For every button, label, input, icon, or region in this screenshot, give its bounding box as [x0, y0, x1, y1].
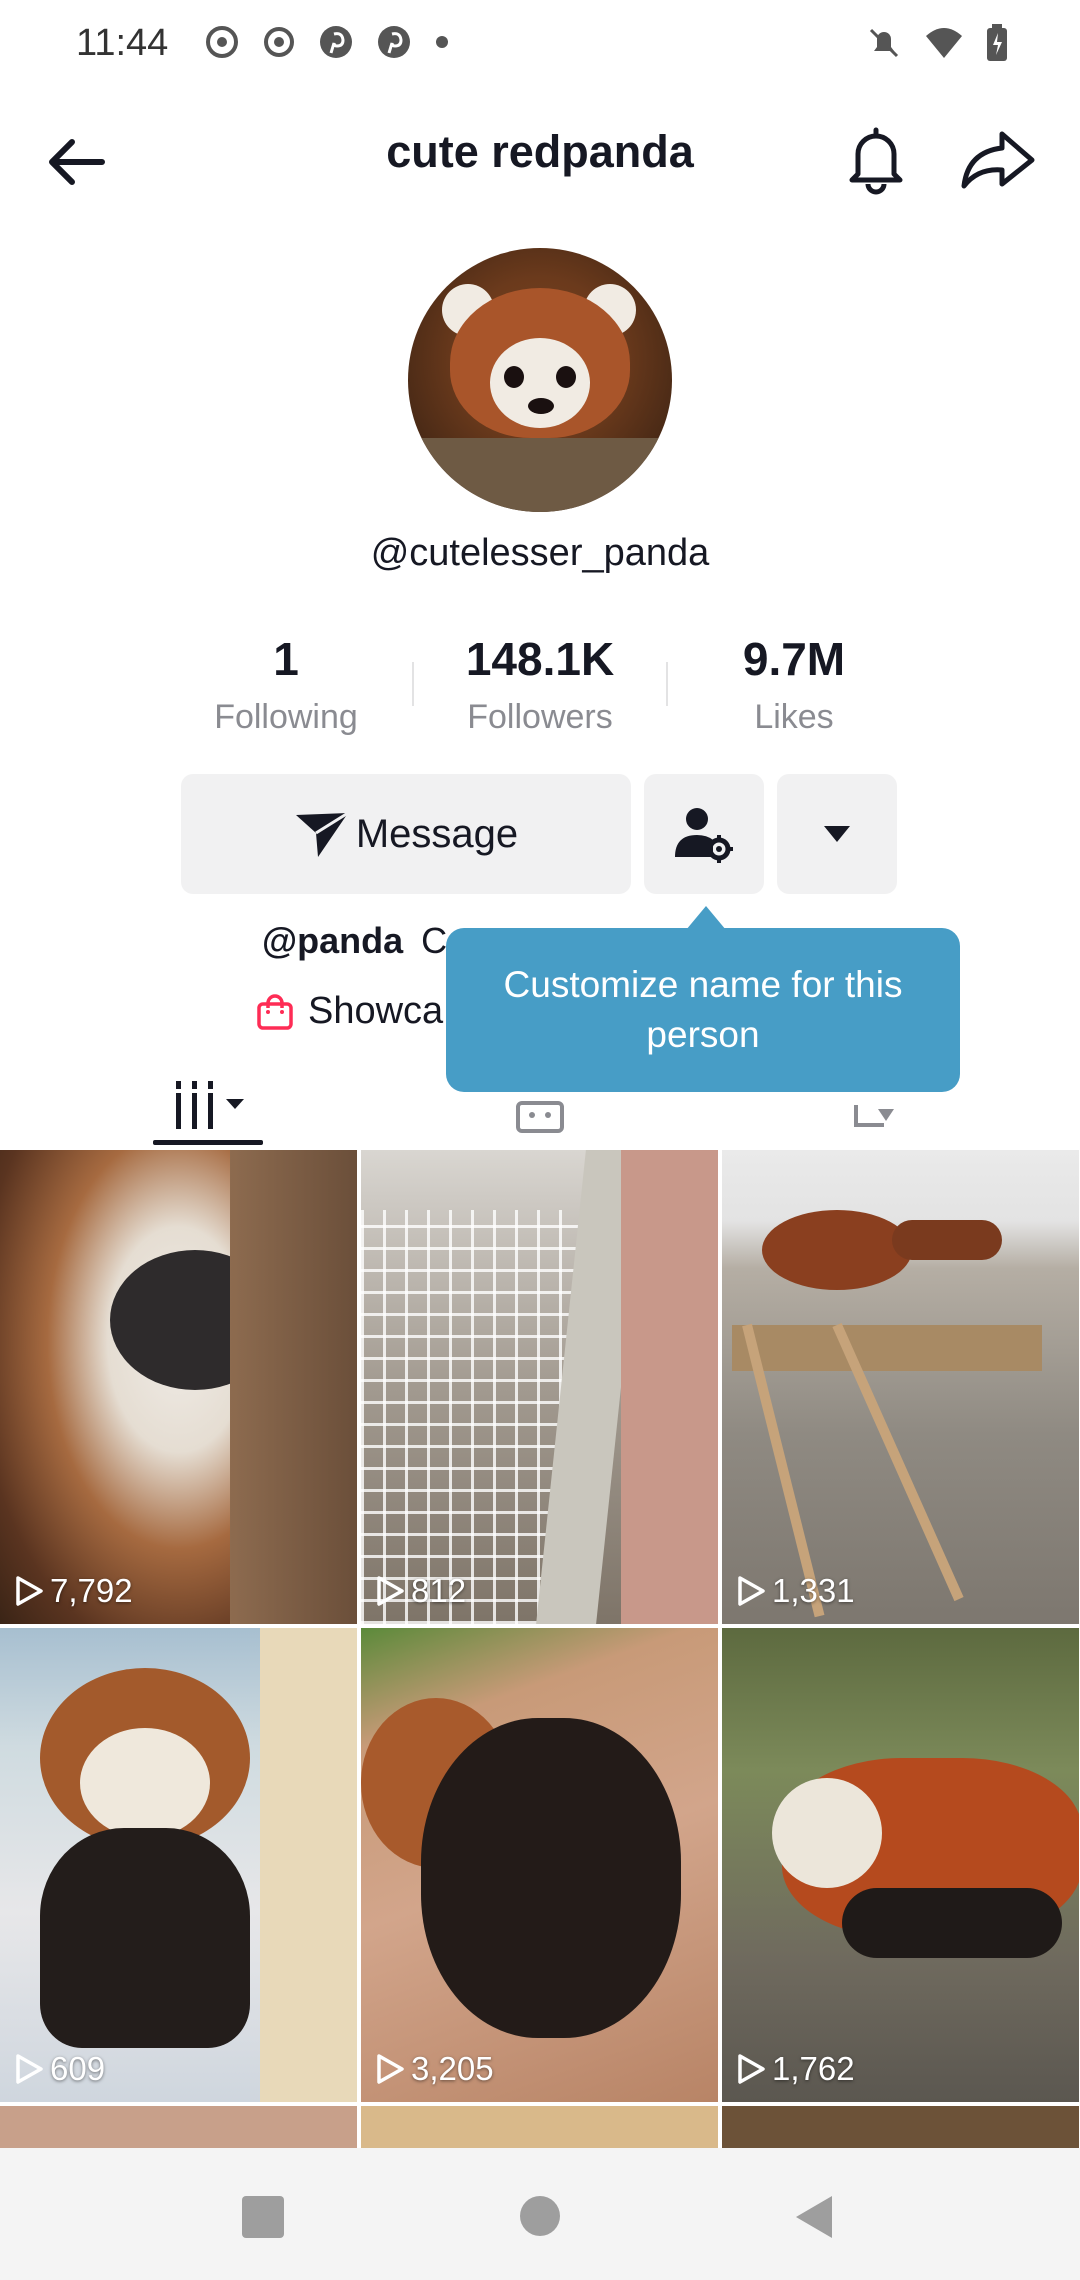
tile-panda — [762, 1210, 912, 1290]
notifications-button[interactable] — [838, 120, 914, 196]
wifi-icon — [926, 28, 962, 58]
person-settings-icon — [675, 808, 733, 863]
caret-down-icon — [824, 826, 850, 842]
stat-divider — [666, 662, 668, 706]
stat-value: 9.7M — [742, 633, 846, 685]
tile-panda-body — [421, 1718, 681, 2038]
battery-icon — [987, 24, 1007, 61]
view-count: 1,762 — [736, 2050, 855, 2088]
tooltip-text: Customize name for this person — [503, 964, 903, 1055]
tab-videos[interactable] — [160, 1060, 260, 1150]
system-icons — [866, 24, 1008, 62]
tooltip-arrow — [686, 906, 726, 930]
view-count: 3,205 — [375, 2050, 494, 2088]
tile-tail — [892, 1220, 1002, 1260]
view-count-value: 3,205 — [411, 2050, 494, 2087]
bio-handle[interactable]: @panda — [262, 920, 403, 961]
play-icon — [377, 2054, 404, 2084]
stat-value: 148.1K — [465, 633, 615, 685]
video-grid-icon — [176, 1081, 244, 1129]
view-count-value: 1,331 — [772, 1572, 855, 1609]
share-button[interactable] — [956, 120, 1040, 196]
video-tile[interactable]: 609 — [0, 1628, 357, 2102]
play-icon — [16, 2054, 43, 2084]
tile-panda-face — [772, 1778, 882, 1888]
stat-divider — [412, 662, 414, 706]
stat-label: Likes — [754, 698, 834, 736]
active-tab-indicator — [153, 1140, 263, 1145]
tile-panda-legs — [842, 1888, 1062, 1958]
dot-icon — [436, 36, 448, 48]
play-icon — [738, 1576, 765, 1606]
bell-icon — [849, 127, 903, 195]
customize-name-button[interactable] — [644, 774, 764, 894]
home-button[interactable] — [520, 2196, 560, 2236]
profile-stats: 1 Following 148.1K Followers 9.7M Likes — [0, 632, 1080, 742]
message-button[interactable]: Message — [181, 774, 631, 894]
video-tile[interactable]: 1,762 — [722, 1628, 1079, 2102]
send-icon — [295, 811, 349, 857]
tile-crib — [260, 1628, 357, 2102]
more-options-button[interactable] — [777, 774, 897, 894]
video-tile[interactable]: 1,331 — [722, 1150, 1079, 1624]
notification-icons — [204, 24, 450, 60]
video-tile[interactable]: 812 — [361, 1150, 718, 1624]
video-tile[interactable]: 3,205 — [361, 1628, 718, 2102]
avatar-log — [408, 438, 672, 512]
view-count-value: 7,792 — [50, 1572, 133, 1609]
play-icon — [377, 1576, 404, 1606]
view-count: 7,792 — [14, 1572, 133, 1610]
tile-wall — [621, 1150, 718, 1624]
profile-header: cute redpanda — [0, 112, 1080, 202]
pinterest-icon-2 — [378, 26, 410, 58]
record-icon — [264, 27, 294, 57]
view-count-value: 812 — [411, 1572, 467, 1609]
stat-followers[interactable]: 148.1K Followers — [420, 632, 660, 737]
message-label: Message — [355, 811, 519, 856]
pinterest-icon — [320, 26, 352, 58]
sync-icon — [206, 26, 238, 58]
avatar-eye-left — [504, 366, 524, 388]
play-icon — [16, 1576, 43, 1606]
stat-label: Followers — [467, 698, 613, 736]
avatar[interactable] — [408, 248, 672, 512]
tile-wood — [230, 1150, 357, 1624]
view-count: 1,331 — [736, 1572, 855, 1610]
recents-button[interactable] — [242, 2196, 284, 2238]
share-arrow-icon — [961, 131, 1035, 189]
page-title: cute redpanda — [386, 126, 694, 177]
view-count-value: 1,762 — [772, 2050, 855, 2087]
status-bar: 11:44 — [0, 0, 1080, 86]
tile-plank — [732, 1325, 1042, 1371]
system-navigation-bar — [0, 2148, 1080, 2280]
play-icon — [738, 2054, 765, 2084]
video-grid: 7,792 812 1,331 609 3,205 1,762 — [0, 1150, 1080, 2166]
stat-likes[interactable]: 9.7M Likes — [674, 632, 914, 737]
tile-panda-mask — [80, 1728, 210, 1838]
bio: @panda C — [262, 920, 447, 962]
view-count: 609 — [14, 2050, 105, 2088]
bio-text: C — [421, 920, 448, 961]
view-count-value: 609 — [50, 2050, 106, 2087]
showcase-label: Showca — [308, 990, 444, 1032]
back-nav-button[interactable] — [794, 2194, 834, 2240]
username: @cutelesser_panda — [370, 532, 710, 574]
shopping-bag-icon — [257, 993, 293, 1030]
avatar-nose — [528, 398, 554, 414]
status-time: 11:44 — [76, 22, 169, 64]
customize-name-tooltip[interactable]: Customize name for this person — [446, 928, 960, 1092]
tile-panda-body — [40, 1828, 250, 2048]
avatar-eye-right — [556, 366, 576, 388]
video-tile[interactable]: 7,792 — [0, 1150, 357, 1624]
mute-icon — [869, 28, 899, 58]
showcase-link[interactable]: Showca — [256, 990, 443, 1033]
stat-value: 1 — [273, 633, 299, 685]
stat-label: Following — [214, 698, 358, 736]
view-count: 812 — [375, 1572, 466, 1610]
stat-following[interactable]: 1 Following — [166, 632, 406, 737]
